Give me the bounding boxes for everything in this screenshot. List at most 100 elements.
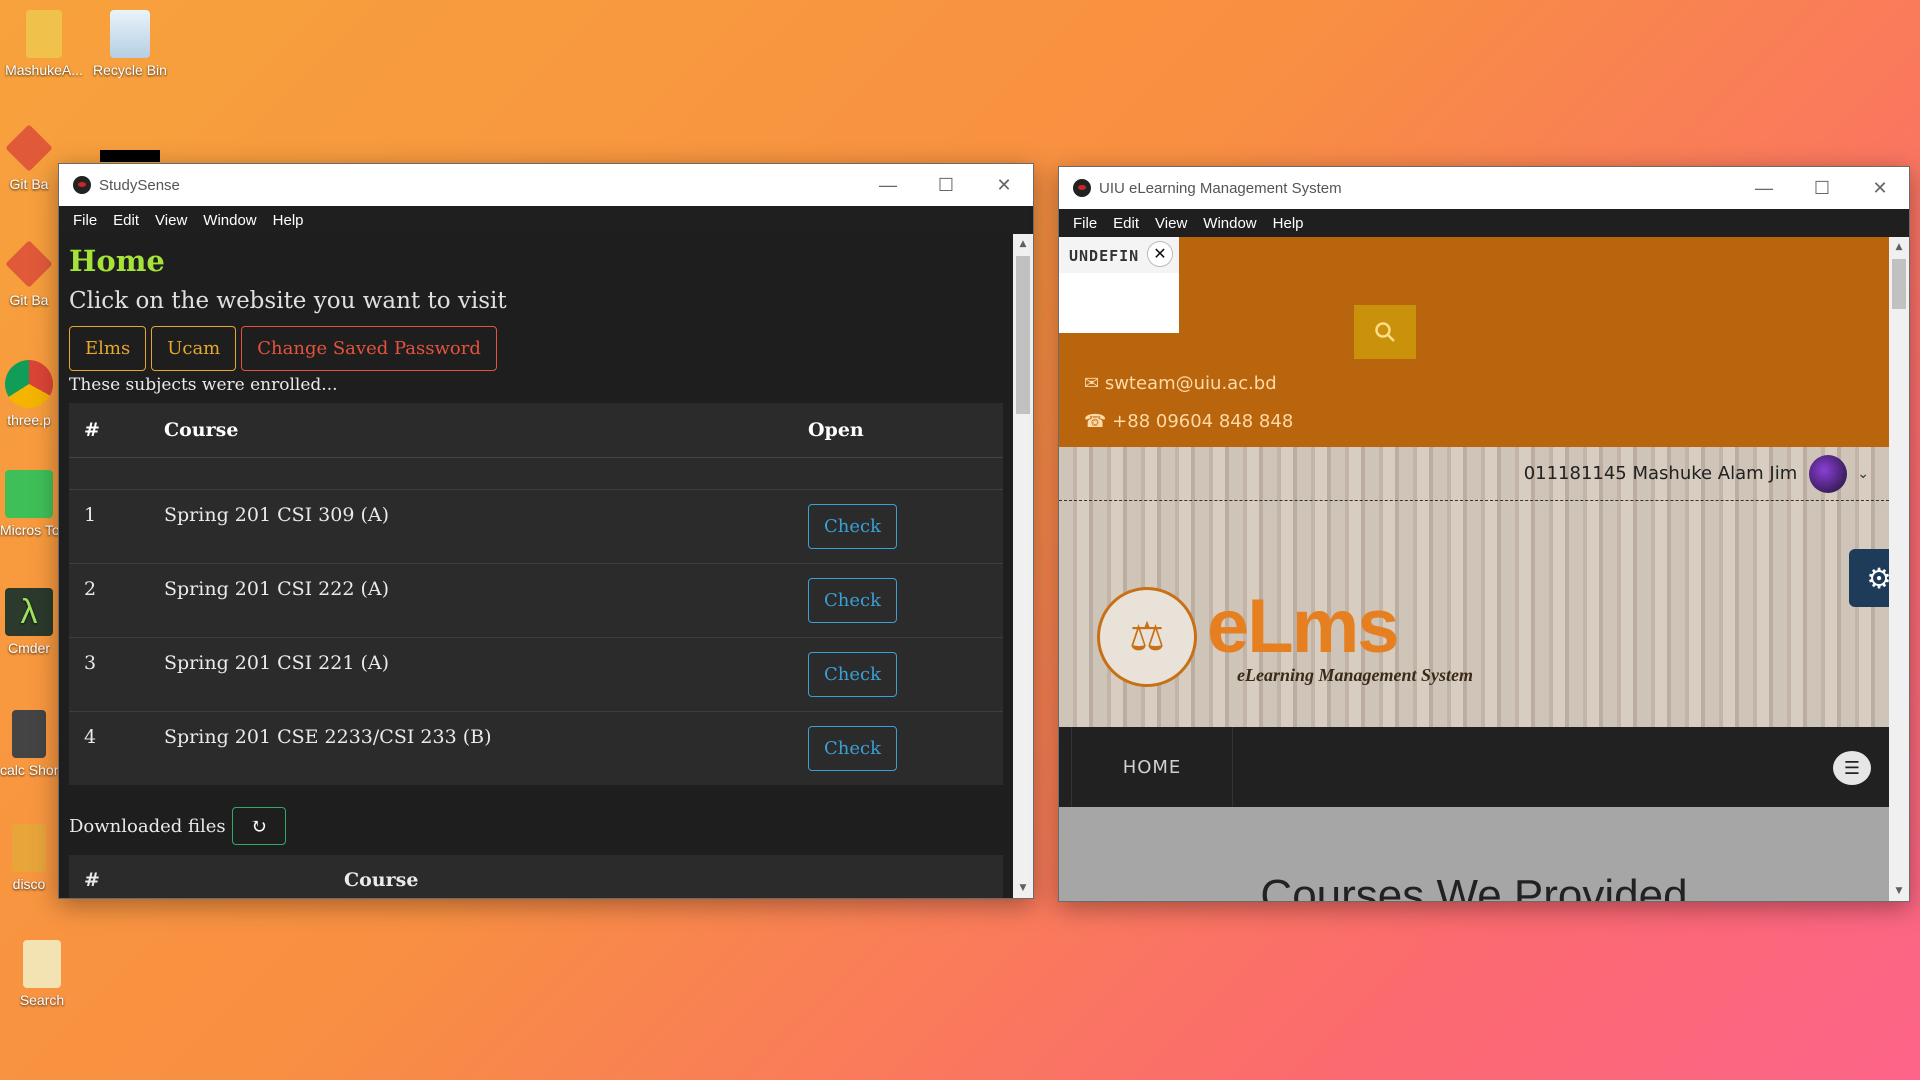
row-number: 2 xyxy=(69,563,149,638)
check-button[interactable]: Check xyxy=(808,504,898,549)
git-icon xyxy=(5,240,53,288)
chevron-down-icon[interactable]: ⌄ xyxy=(1857,466,1869,482)
change-password-button[interactable]: Change Saved Password xyxy=(241,326,497,371)
row-course: Spring 201 CSI 222 (A) xyxy=(149,563,793,638)
todo-check-icon xyxy=(5,470,53,518)
hero-banner: 011181145 Mashuke Alam Jim ⌄ ⚙ ⚖ eLms eL… xyxy=(1059,447,1889,727)
table-row: 1 Spring 201 CSI 309 (A) Check xyxy=(69,489,1003,564)
terminal-thumbnail xyxy=(100,150,160,162)
close-icon[interactable]: ✕ xyxy=(1851,167,1909,209)
page-subtitle: Click on the website you want to visit xyxy=(69,288,507,314)
courses-table: # Course Open 1 Spring 201 CSI 309 (A) C… xyxy=(69,403,1003,785)
calculator-icon xyxy=(12,710,46,758)
menu-window[interactable]: Window xyxy=(1195,215,1264,232)
scroll-down-icon[interactable]: ▼ xyxy=(1013,880,1033,896)
minimize-icon[interactable]: — xyxy=(859,164,917,206)
menubar: File Edit View Window Help xyxy=(59,206,1033,234)
app-icon xyxy=(1073,179,1091,197)
hamburger-menu-button[interactable]: ☰ xyxy=(1833,751,1871,785)
desktop-icon-discord[interactable]: disco xyxy=(0,824,58,892)
maximize-icon[interactable]: ☐ xyxy=(1793,167,1851,209)
desktop-icon-label: Cmder xyxy=(7,640,50,656)
vertical-scrollbar[interactable]: ▲ ▼ xyxy=(1889,237,1909,901)
settings-button[interactable]: ⚙ xyxy=(1849,549,1889,607)
check-button[interactable]: Check xyxy=(808,652,898,697)
menu-help[interactable]: Help xyxy=(1265,215,1312,232)
desktop-icon-label: Git Ba xyxy=(9,176,49,192)
row-course: Spring 201 CSE 2233/CSI 233 (B) xyxy=(149,711,793,785)
desktop-icon-cmder[interactable]: λ Cmder xyxy=(0,588,58,656)
minimize-icon[interactable]: — xyxy=(1735,167,1793,209)
desktop-icon-mashuke-folder[interactable]: MashukeA... xyxy=(0,10,88,78)
menu-view[interactable]: View xyxy=(1147,215,1195,232)
desktop-icon-label: Recycle Bin xyxy=(93,62,167,78)
ucam-button[interactable]: Ucam xyxy=(151,326,237,371)
desktop-icon-chrome[interactable]: three.p xyxy=(0,360,58,428)
user-name[interactable]: 011181145 Mashuke Alam Jim xyxy=(1524,463,1798,484)
desktop-icon-label: disco xyxy=(12,876,46,892)
desktop-icon-search-folder[interactable]: Search xyxy=(0,940,84,1008)
courses-section: Courses We Provided xyxy=(1059,807,1889,901)
check-button[interactable]: Check xyxy=(808,726,898,771)
page-title: Home xyxy=(69,244,165,278)
desktop-icon-recycle-bin[interactable]: Recycle Bin xyxy=(86,10,174,78)
folder-icon xyxy=(26,10,62,58)
hamburger-icon: ☰ xyxy=(1843,757,1861,779)
menu-file[interactable]: File xyxy=(65,212,105,229)
contact-phone: ☎ +88 09604 848 848 xyxy=(1084,411,1293,432)
row-number: 4 xyxy=(69,711,149,785)
desktop-icon-label: calc Shortc xyxy=(0,762,58,778)
email-text[interactable]: swteam@uiu.ac.bd xyxy=(1105,373,1277,394)
column-header-num: # xyxy=(69,403,149,458)
close-icon[interactable]: ✕ xyxy=(975,164,1033,206)
search-icon xyxy=(1375,322,1395,342)
discord-icon xyxy=(12,824,46,872)
menu-edit[interactable]: Edit xyxy=(1105,215,1147,232)
desktop-icon-label: Git Ba xyxy=(9,292,49,308)
phone-icon: ☎ xyxy=(1084,411,1107,432)
desktop-icon-git-bash-1[interactable]: Git Ba xyxy=(0,124,58,192)
scrollbar-thumb[interactable] xyxy=(1892,259,1906,309)
menu-edit[interactable]: Edit xyxy=(105,212,147,229)
scroll-up-icon[interactable]: ▲ xyxy=(1013,236,1033,252)
lambda-icon: λ xyxy=(5,588,53,636)
studysense-titlebar[interactable]: StudySense — ☐ ✕ xyxy=(59,164,1033,206)
table-row: 3 Spring 201 CSI 221 (A) Check xyxy=(69,637,1003,712)
envelope-icon: ✉ xyxy=(1084,373,1100,394)
maximize-icon[interactable]: ☐ xyxy=(917,164,975,206)
app-icon xyxy=(73,176,91,194)
scroll-up-icon[interactable]: ▲ xyxy=(1889,239,1909,255)
row-course: Spring 201 CSI 221 (A) xyxy=(149,637,793,712)
row-course: Spring 201 CSI 309 (A) xyxy=(149,489,793,564)
menu-file[interactable]: File xyxy=(1065,215,1105,232)
vertical-scrollbar[interactable]: ▲ ▼ xyxy=(1013,234,1033,898)
menu-view[interactable]: View xyxy=(147,212,195,229)
uiu-elms-window[interactable]: UIU eLearning Management System — ☐ ✕ Fi… xyxy=(1058,166,1910,902)
chrome-icon xyxy=(5,360,53,408)
desktop-icon-microsoft-todo[interactable]: Micros To Do xyxy=(0,470,58,538)
section-heading: Courses We Provided xyxy=(1260,871,1688,901)
gear-icon: ⚙ xyxy=(1866,561,1889,595)
logo-text: eLms xyxy=(1207,583,1400,669)
header-contact-band: UNDEFIN ✕ ✉ swteam@uiu.ac.bd ☎ +88 09604… xyxy=(1059,237,1889,447)
nav-home[interactable]: HOME xyxy=(1071,727,1233,807)
avatar[interactable] xyxy=(1809,454,1848,493)
user-bar: 011181145 Mashuke Alam Jim ⌄ xyxy=(1059,447,1889,501)
row-number: 3 xyxy=(69,637,149,712)
uiu-titlebar[interactable]: UIU eLearning Management System — ☐ ✕ xyxy=(1059,167,1909,209)
close-icon[interactable]: ✕ xyxy=(1147,241,1173,267)
desktop-icon-calc[interactable]: calc Shortc xyxy=(0,710,58,778)
git-icon xyxy=(5,124,53,172)
menu-window[interactable]: Window xyxy=(195,212,264,229)
scroll-down-icon[interactable]: ▼ xyxy=(1889,883,1909,899)
desktop-icon-git-bash-2[interactable]: Git Ba xyxy=(0,240,58,308)
menu-help[interactable]: Help xyxy=(265,212,312,229)
elms-button[interactable]: Elms xyxy=(69,326,147,371)
studysense-window[interactable]: StudySense — ☐ ✕ File Edit View Window H… xyxy=(58,163,1034,899)
scrollbar-thumb[interactable] xyxy=(1016,256,1030,414)
column-header-course: Course xyxy=(344,869,419,891)
check-button[interactable]: Check xyxy=(808,578,898,623)
search-button[interactable] xyxy=(1354,305,1416,359)
refresh-icon: ↻ xyxy=(250,814,268,838)
refresh-button[interactable]: ↻ xyxy=(231,807,286,845)
